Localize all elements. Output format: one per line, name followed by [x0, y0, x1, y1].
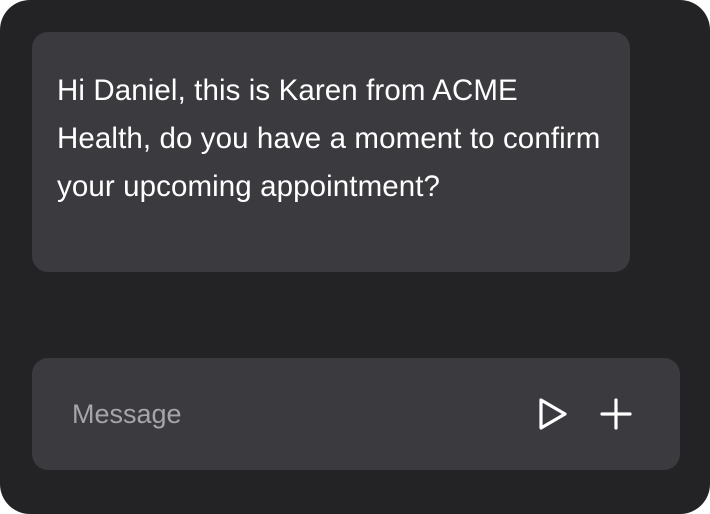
- message-input[interactable]: [54, 386, 524, 442]
- add-attachment-button[interactable]: [596, 394, 636, 434]
- plus-icon: [600, 398, 632, 430]
- chat-panel: Hi Daniel, this is Karen from ACME Healt…: [0, 0, 710, 514]
- incoming-message-text: Hi Daniel, this is Karen from ACME Healt…: [57, 74, 601, 203]
- incoming-message-bubble: Hi Daniel, this is Karen from ACME Healt…: [32, 32, 630, 272]
- send-button[interactable]: [533, 394, 573, 434]
- play-triangle-icon: [539, 398, 567, 430]
- message-composer: [32, 358, 680, 470]
